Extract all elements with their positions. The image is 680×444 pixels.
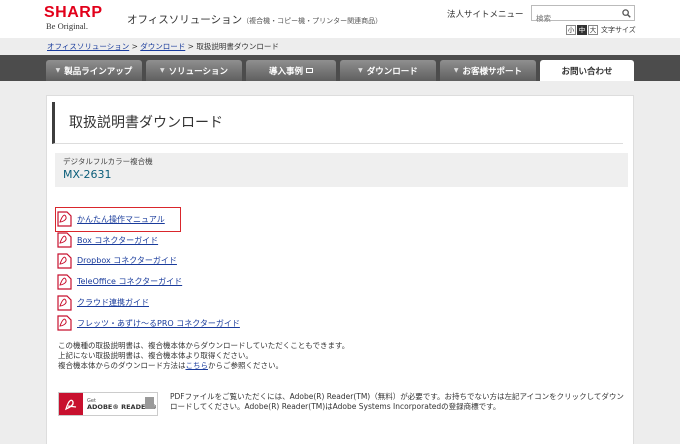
font-size-large[interactable]: 大 <box>588 25 598 35</box>
manual-link-teleoffice-connector[interactable]: TeleOffice コネクターガイド <box>77 276 182 287</box>
chevron-down-icon: ▼ <box>358 67 363 74</box>
manual-list: かんたん操作マニュアル Box コネクターガイド Dropbox コネクターガイ… <box>55 207 240 334</box>
brand-tagline: Be Original. <box>46 21 89 31</box>
site-title-main: オフィスソリューション <box>127 14 243 26</box>
tab-contact[interactable]: お問い合わせ <box>540 60 634 81</box>
search-box <box>531 5 635 26</box>
tab-product-lineup[interactable]: ▼ 製品ラインアップ <box>46 60 142 81</box>
chevron-down-icon: ▼ <box>55 67 61 74</box>
font-size-small[interactable]: 小 <box>566 25 576 35</box>
tab-customer-support[interactable]: ▼ お客様サポート <box>440 60 536 81</box>
breadcrumb-office-solution[interactable]: オフィスソリューション <box>47 42 129 51</box>
tab-label: 導入事例 <box>268 66 303 77</box>
manual-link-box-connector[interactable]: Box コネクターガイド <box>77 235 158 246</box>
breadcrumb-separator: > <box>131 42 138 51</box>
tab-solution[interactable]: ▼ ソリューション <box>146 60 242 81</box>
note-line: この機種の取扱説明書は、複合機本体からダウンロードしていただくこともできます。 <box>58 341 350 350</box>
pdf-icon[interactable] <box>57 253 72 269</box>
adobe-logo-icon <box>59 393 83 415</box>
external-window-icon <box>306 68 313 73</box>
download-arrow-icon <box>145 397 154 409</box>
tab-label: 製品ラインアップ <box>64 66 133 77</box>
main-content: 取扱説明書ダウンロード デジタルフルカラー複合機 MX-2631 かんたん操作マ… <box>46 95 634 444</box>
list-item: かんたん操作マニュアル <box>55 207 181 232</box>
site-title[interactable]: オフィスソリューション（複合機・コピー機・プリンター関連商品） <box>127 12 382 27</box>
note-text: 複合機本体からのダウンロード方法は <box>58 361 186 370</box>
list-item: クラウド連携ガイド <box>57 292 240 313</box>
pdf-reader-note: PDFファイルをご覧いただくには、Adobe(R) Reader(TM)（無料）… <box>170 392 624 411</box>
list-item: TeleOffice コネクターガイド <box>57 271 240 292</box>
site-header: SHARP Be Original. オフィスソリューション（複合機・コピー機・… <box>0 0 680 38</box>
page-title: 取扱説明書ダウンロード <box>52 102 623 144</box>
corporate-menu-link[interactable]: 法人サイトメニュー <box>447 8 524 20</box>
search-input[interactable] <box>532 11 616 26</box>
download-method-link[interactable]: こちら <box>186 361 209 370</box>
chevron-down-icon: ▼ <box>160 67 165 74</box>
search-icon <box>621 8 631 18</box>
tab-label: お問い合わせ <box>561 66 613 77</box>
pdf-icon[interactable] <box>57 274 72 290</box>
chevron-down-icon: ▼ <box>453 67 459 74</box>
font-size-switcher: 小 中 大 文字サイズ <box>566 25 636 35</box>
sharp-logo[interactable]: SHARP Be Original. <box>44 5 103 32</box>
pdf-icon[interactable] <box>57 211 72 227</box>
product-info: デジタルフルカラー複合機 MX-2631 <box>55 153 628 187</box>
download-notes: この機種の取扱説明書は、複合機本体からダウンロードしていただくこともできます。 … <box>58 341 349 371</box>
manual-link-dropbox-connector[interactable]: Dropbox コネクターガイド <box>77 255 177 266</box>
brand-name: SHARP <box>44 4 103 21</box>
list-item: Dropbox コネクターガイド <box>57 251 240 272</box>
manual-link-flets-connector[interactable]: フレッツ・あずけ～るPRO コネクターガイド <box>77 318 240 329</box>
list-item: フレッツ・あずけ～るPRO コネクターガイド <box>57 313 240 334</box>
global-nav: ▼ 製品ラインアップ ▼ ソリューション 導入事例 ▼ ダウンロード ▼ お客様サポート… <box>0 55 680 81</box>
manual-link-cloud-guide[interactable]: クラウド連携ガイド <box>77 297 149 308</box>
note-line: 上記にない取扱説明書は、複合機本体より取得ください。 <box>58 351 253 360</box>
site-title-sub: （複合機・コピー機・プリンター関連商品） <box>242 17 383 25</box>
list-item: Box コネクターガイド <box>57 230 240 251</box>
tab-case-studies[interactable]: 導入事例 <box>246 60 336 81</box>
note-line: 複合機本体からのダウンロード方法はこちらからご参照ください。 <box>58 361 349 371</box>
font-size-medium[interactable]: 中 <box>577 25 587 35</box>
product-category: デジタルフルカラー複合機 <box>63 157 153 166</box>
tab-label: お客様サポート <box>462 66 523 77</box>
product-model: MX-2631 <box>63 168 112 181</box>
breadcrumb: オフィスソリューション > ダウンロード > 取扱説明書ダウンロード <box>47 41 279 52</box>
breadcrumb-download[interactable]: ダウンロード <box>140 42 185 51</box>
pdf-icon[interactable] <box>57 294 72 311</box>
get-adobe-reader-button[interactable]: Get ADOBE® READER® <box>58 392 158 416</box>
tab-download[interactable]: ▼ ダウンロード <box>340 60 436 81</box>
breadcrumb-current: 取扱説明書ダウンロード <box>196 42 279 51</box>
tab-label: ダウンロード <box>366 66 418 77</box>
pdf-icon[interactable] <box>57 232 72 248</box>
pdf-icon[interactable] <box>57 315 72 331</box>
search-button[interactable] <box>618 6 634 20</box>
note-text: からご参照ください。 <box>208 361 283 370</box>
tab-label: ソリューション <box>168 66 228 77</box>
font-size-label: 文字サイズ <box>601 26 636 34</box>
manual-link-quick-guide[interactable]: かんたん操作マニュアル <box>77 214 165 225</box>
breadcrumb-separator: > <box>187 42 194 51</box>
